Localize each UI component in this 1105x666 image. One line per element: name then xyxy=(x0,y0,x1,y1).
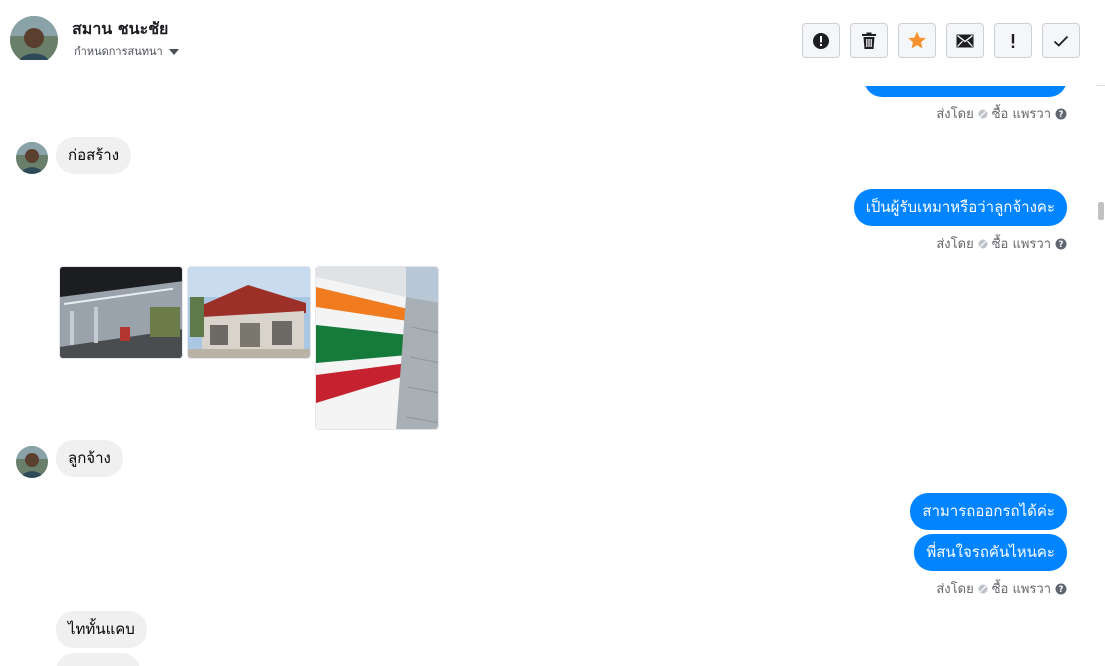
sent-by-row: ส่งโดย ซื้อ แพรวา ? xyxy=(936,578,1067,599)
star-icon xyxy=(908,31,926,49)
conversation-settings-label: กำหนดการสนทนา xyxy=(74,45,163,58)
report-spam-button[interactable] xyxy=(802,23,840,58)
photo-seven-eleven-sign[interactable] xyxy=(315,266,439,430)
photo-store-night[interactable] xyxy=(59,266,183,359)
header-mask xyxy=(0,60,1096,86)
sender-name[interactable]: ซื้อ แพรวา xyxy=(992,578,1051,599)
alert-circle-icon xyxy=(813,32,829,49)
conversation-settings-dropdown[interactable]: กำหนดการสนทนา xyxy=(74,42,179,60)
star-button[interactable] xyxy=(898,23,936,58)
conversation-view: สมาน ชนะชัย กำหนดการสนทนา ส่งโดย ซื้อ แพ… xyxy=(0,0,1105,666)
svg-text:?: ? xyxy=(1059,110,1064,120)
scrollbar-thumb[interactable] xyxy=(1098,202,1104,220)
blocked-icon xyxy=(978,584,988,593)
contact-name[interactable]: สมาน ชนะชัย xyxy=(72,17,168,42)
sender-name[interactable]: ซื้อ แพรวา xyxy=(992,233,1051,254)
envelope-icon xyxy=(956,34,974,47)
mark-done-button[interactable] xyxy=(1042,23,1080,58)
message-list-scrollbar[interactable] xyxy=(1096,86,1105,666)
sent-by-label: ส่งโดย xyxy=(936,582,974,597)
blocked-icon xyxy=(978,239,988,248)
help-icon[interactable]: ? xyxy=(1055,238,1067,250)
check-icon xyxy=(1053,35,1069,47)
photo-building-construction[interactable] xyxy=(187,266,311,359)
sent-by-label: ส่งโดย xyxy=(936,107,974,122)
message-bubble-in-clipped[interactable] xyxy=(56,653,140,666)
sender-name[interactable]: ซื้อ แพรวา xyxy=(992,103,1051,124)
message-bubble-out[interactable]: พี่สนใจรถคันไหนคะ xyxy=(914,534,1067,571)
chevron-down-icon xyxy=(168,49,179,55)
contact-avatar[interactable] xyxy=(10,16,58,64)
exclamation-icon xyxy=(1011,33,1015,48)
delete-button[interactable] xyxy=(850,23,888,58)
mark-unread-button[interactable] xyxy=(946,23,984,58)
follow-up-button[interactable] xyxy=(994,23,1032,58)
help-icon[interactable]: ? xyxy=(1055,108,1067,120)
contact-avatar-small[interactable] xyxy=(16,446,48,478)
sent-by-row: ส่งโดย ซื้อ แพรวา ? xyxy=(936,233,1067,254)
message-bubble-out[interactable]: สามารถออกรถได้ค่ะ xyxy=(910,493,1067,530)
svg-text:?: ? xyxy=(1059,240,1064,250)
sent-by-label: ส่งโดย xyxy=(936,237,974,252)
trash-icon xyxy=(862,32,876,49)
svg-text:?: ? xyxy=(1059,585,1064,595)
help-icon[interactable]: ? xyxy=(1055,583,1067,595)
message-bubble-out[interactable]: เป็นผู้รับเหมาหรือว่าลูกจ้างคะ xyxy=(853,189,1067,226)
message-bubble-in[interactable]: ก่อสร้าง xyxy=(56,137,132,174)
contact-avatar-small[interactable] xyxy=(16,142,48,174)
message-bubble-in[interactable]: ลูกจ้าง xyxy=(56,440,123,477)
blocked-icon xyxy=(978,109,988,118)
message-bubble-in[interactable]: ไททั้นแคบ xyxy=(56,611,147,648)
sent-by-row: ส่งโดย ซื้อ แพรวา ? xyxy=(936,103,1067,124)
